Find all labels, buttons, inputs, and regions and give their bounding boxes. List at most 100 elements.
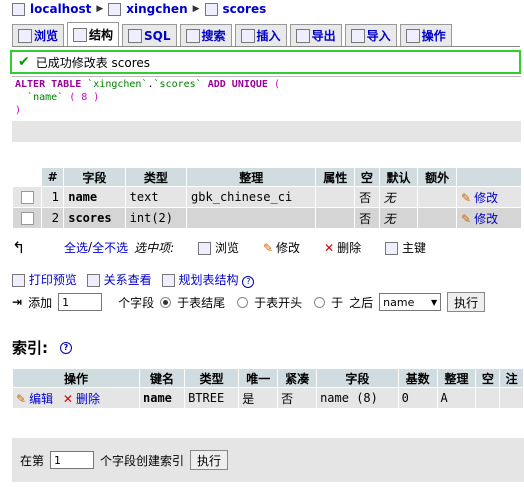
table-header-row: # 字段 类型 整理 属性 空 默认 额外 — [13, 168, 521, 186]
table-options: 打印预览 关系查看 规划表结构 ? — [12, 271, 255, 288]
column-header: 属性 — [316, 168, 355, 186]
check-all-link[interactable]: 全选 — [64, 239, 88, 256]
after-label: 于 — [331, 295, 344, 310]
index-field: name (8) — [317, 388, 398, 408]
index-comment — [500, 388, 523, 408]
index-header: 空 — [476, 369, 500, 387]
server-icon — [12, 2, 25, 16]
field-extra — [418, 208, 456, 228]
create-index-go-button[interactable]: 执行 — [190, 450, 229, 470]
relations-link[interactable]: 关系查看 — [86, 271, 152, 288]
tab-label: 浏览 — [34, 29, 59, 43]
sql-keyword: ALTER TABLE — [15, 79, 82, 90]
import-icon — [350, 28, 365, 43]
radio-after[interactable] — [314, 296, 326, 308]
tab-structure[interactable]: 结构 — [67, 22, 120, 46]
tab-import[interactable]: 导入 — [344, 24, 397, 46]
tab-label: SQL — [144, 28, 171, 43]
edit-link[interactable]: 修改 — [474, 191, 498, 205]
propose-structure-link[interactable]: 规划表结构 ? — [161, 271, 255, 288]
tab-search[interactable]: 搜索 — [179, 24, 232, 46]
pencil-icon: ✎ — [461, 190, 472, 205]
field-collation: gbk_chinese_ci — [187, 187, 316, 207]
chevron-right-icon: ▶ — [192, 4, 200, 14]
dropdown-arrow-icon: ▼ — [431, 297, 438, 307]
with-selected-label: 选中项: — [134, 240, 175, 255]
breadcrumb-server[interactable]: localhost — [30, 2, 91, 16]
index-cardinality: 0 — [398, 388, 437, 408]
field-name: name — [64, 187, 125, 207]
column-header: 默认 — [379, 168, 418, 186]
add-field-go-button[interactable]: 执行 — [447, 292, 486, 312]
primary-key-icon — [385, 241, 399, 255]
tab-sql[interactable]: SQL — [122, 24, 177, 46]
pencil-icon: ✎ — [16, 391, 27, 406]
index-edit-label: 编辑 — [29, 391, 54, 406]
uncheck-all-link[interactable]: 全不选 — [92, 239, 128, 256]
index-packed: 否 — [278, 388, 317, 408]
field-default: 无 — [379, 208, 418, 228]
tab-operations[interactable]: 操作 — [399, 24, 452, 46]
index-null — [476, 388, 500, 408]
breadcrumb-table[interactable]: scores — [223, 2, 267, 16]
pencil-icon: ✎ — [262, 240, 274, 255]
breadcrumb-database[interactable]: xingchen — [126, 2, 187, 16]
sql-table-name: `scores` — [153, 79, 202, 90]
bulk-delete-label: 删除 — [337, 240, 362, 255]
row-checkbox[interactable] — [20, 191, 34, 204]
tab-export[interactable]: 导出 — [289, 24, 342, 46]
table-icon — [204, 2, 218, 16]
tab-insert[interactable]: 插入 — [234, 24, 287, 46]
field-collation — [187, 208, 316, 228]
field-name: scores — [64, 208, 125, 228]
checkmark-icon: ✔ — [18, 54, 30, 70]
add-label: 添加 — [28, 295, 53, 310]
field-count-input[interactable]: 1 — [58, 293, 103, 311]
bulk-delete-button[interactable]: ✕ 删除 — [324, 239, 361, 256]
sql-code: ALTER TABLE `xingchen`.`scores` ADD UNIQ… — [12, 77, 521, 121]
bulk-browse-button[interactable]: 浏览 — [198, 239, 239, 256]
radio-at-start[interactable] — [237, 296, 249, 308]
help-icon[interactable]: ? — [60, 341, 72, 354]
index-key-name: name — [140, 388, 185, 408]
sql-length: ( 8 ) — [69, 92, 100, 103]
index-header: 类型 — [185, 369, 239, 387]
database-icon — [108, 2, 122, 16]
index-row: ✎ 编辑 ✕ 删除 name BTREE 是 否 name (8) 0 A — [13, 388, 523, 408]
print-preview-link[interactable]: 打印预览 — [12, 271, 77, 288]
row-checkbox[interactable] — [20, 212, 34, 225]
column-header: 字段 — [64, 168, 125, 186]
edit-link[interactable]: 修改 — [474, 212, 498, 226]
sql-column-name: `name` — [27, 92, 64, 103]
chevron-right-icon: ▶ — [96, 4, 104, 14]
tab-label: 搜索 — [201, 29, 226, 43]
tab-browse[interactable]: 浏览 — [12, 24, 65, 46]
row-number: 1 — [42, 187, 64, 207]
bulk-primary-button[interactable]: 主键 — [385, 239, 426, 256]
success-notice: ✔ 已成功修改表 scores — [10, 50, 521, 74]
field-type: int(2) — [125, 208, 187, 228]
sql-db-name: `xingchen` — [87, 79, 148, 90]
radio-at-end[interactable] — [160, 296, 172, 308]
bulk-edit-button[interactable]: ✎ 修改 — [263, 239, 300, 256]
after-field-select[interactable]: name ▼ — [379, 293, 442, 311]
delete-x-icon: ✕ — [324, 240, 335, 255]
table-row: 1 name text gbk_chinese_ci 否 无 ✎ 修改 — [13, 187, 521, 207]
add-field-icon: ⇥ — [12, 295, 23, 309]
table-row: 2 scores int(2) 否 无 ✎ 修改 — [13, 208, 521, 228]
index-header-row: 操作 键名 类型 唯一 紧凑 字段 基数 整理 空 注 — [13, 369, 523, 387]
indexes-table: 操作 键名 类型 唯一 紧凑 字段 基数 整理 空 注 ✎ 编辑 ✕ 删除 name… — [12, 368, 524, 409]
index-delete-button[interactable]: ✕ 删除 — [63, 392, 100, 406]
field-attributes — [316, 208, 355, 228]
search-icon — [185, 28, 200, 43]
insert-icon — [240, 28, 255, 43]
index-edit-button[interactable]: ✎ 编辑 — [16, 392, 53, 406]
edit-action[interactable]: ✎ 修改 — [457, 208, 521, 228]
edit-action[interactable]: ✎ 修改 — [457, 187, 521, 207]
column-header: 类型 — [125, 168, 187, 186]
help-icon[interactable]: ? — [242, 276, 255, 288]
propose-structure-icon — [161, 274, 175, 287]
pencil-icon: ✎ — [461, 211, 472, 226]
index-column-count-input[interactable]: 1 — [50, 451, 95, 469]
index-header: 整理 — [437, 369, 476, 387]
